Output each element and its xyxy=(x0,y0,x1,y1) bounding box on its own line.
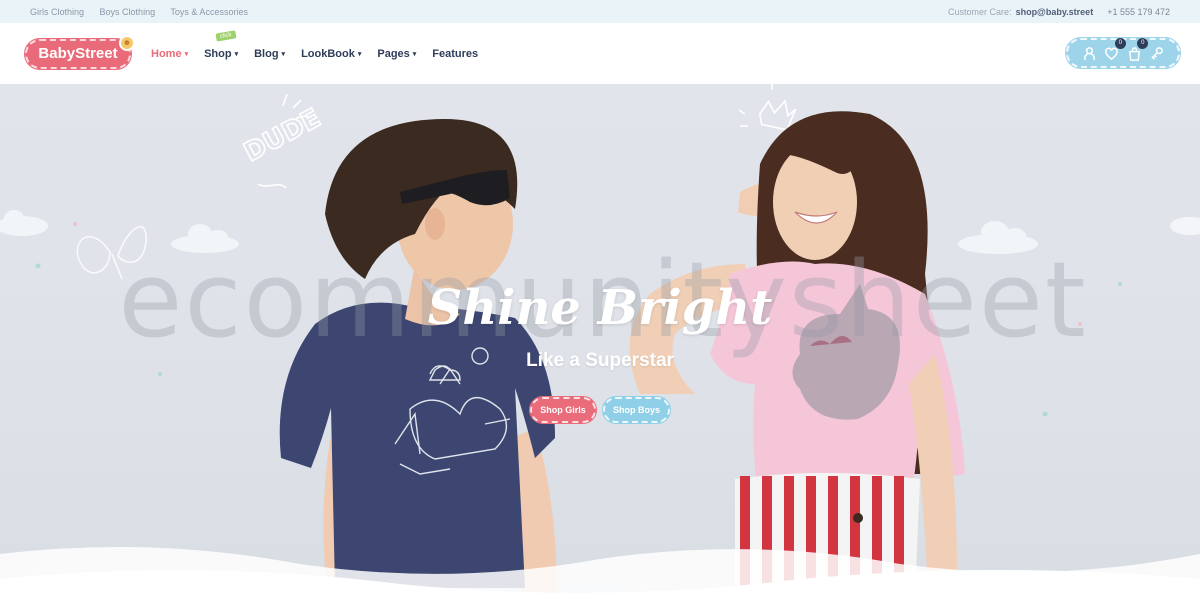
logo-text: BabyStreet xyxy=(38,45,118,62)
nav-pages-label: Pages xyxy=(377,47,410,60)
shop-boys-button[interactable]: Shop Boys xyxy=(602,396,671,424)
nav-shop-label: Shop xyxy=(204,47,232,60)
chevron-down-icon: ▾ xyxy=(184,50,189,58)
category-links: Girls Clothing Boys Clothing Toys & Acce… xyxy=(30,7,261,17)
key-icon[interactable] xyxy=(1148,44,1166,62)
customer-care-label: Customer Care: xyxy=(948,6,1012,17)
nav-features-label: Features xyxy=(432,47,479,60)
dude-doodle-text: DUDE xyxy=(239,103,326,168)
dude-doodle: DUDE xyxy=(238,102,326,169)
nav-blog[interactable]: Blog ▾ xyxy=(254,48,285,60)
user-icon[interactable] xyxy=(1080,44,1098,62)
hero-subheadline: Like a Superstar xyxy=(526,350,674,371)
header-actions: 0 0 xyxy=(1065,37,1181,69)
hero-banner: DUDE ecommunitysheet Shine Bright Like a… xyxy=(0,84,1200,602)
shopping-bag-icon[interactable]: 0 xyxy=(1125,38,1149,62)
chevron-down-icon: ▾ xyxy=(357,50,362,58)
top-utility-bar: Girls Clothing Boys Clothing Toys & Acce… xyxy=(0,0,1200,23)
nav-shop-tag: click xyxy=(215,29,237,42)
chevron-down-icon: ▾ xyxy=(412,50,417,58)
main-nav: Home ▾ click Shop ▾ Blog ▾ LookBook ▾ Pa… xyxy=(151,29,494,60)
chevron-down-icon: ▾ xyxy=(281,50,286,58)
nav-home-label: Home xyxy=(151,47,182,60)
heart-icon[interactable]: 0 xyxy=(1103,38,1126,62)
nav-lookbook-label: LookBook xyxy=(301,47,355,60)
site-header: BabyStreet ☻ Home ▾ click Shop ▾ Blog ▾ … xyxy=(0,23,1200,84)
hero-headline: Shine Bright xyxy=(427,280,773,336)
contact-info: Customer Care: shop@baby.street +1 555 1… xyxy=(948,7,1170,17)
shop-girls-button[interactable]: Shop Girls xyxy=(529,396,597,424)
phone-number[interactable]: +1 555 179 472 xyxy=(1107,7,1170,17)
nav-shop[interactable]: click Shop ▾ xyxy=(204,29,239,60)
nav-blog-label: Blog xyxy=(254,47,279,60)
cart-count: 0 xyxy=(1137,38,1149,49)
customer-care-email[interactable]: shop@baby.street xyxy=(1016,7,1094,17)
wishlist-count: 0 xyxy=(1114,38,1126,49)
nav-home[interactable]: Home ▾ xyxy=(151,48,188,60)
site-logo[interactable]: BabyStreet ☻ xyxy=(24,34,135,70)
nav-lookbook[interactable]: LookBook ▾ xyxy=(301,48,361,60)
chevron-down-icon: ▾ xyxy=(234,50,239,58)
logo-badge-icon: ☻ xyxy=(119,34,135,51)
link-boys-clothing[interactable]: Boys Clothing xyxy=(100,7,156,17)
nav-features[interactable]: Features xyxy=(432,48,478,60)
nav-pages[interactable]: Pages ▾ xyxy=(377,48,416,60)
link-toys-accessories[interactable]: Toys & Accessories xyxy=(170,7,248,17)
link-girls-clothing[interactable]: Girls Clothing xyxy=(30,7,84,17)
